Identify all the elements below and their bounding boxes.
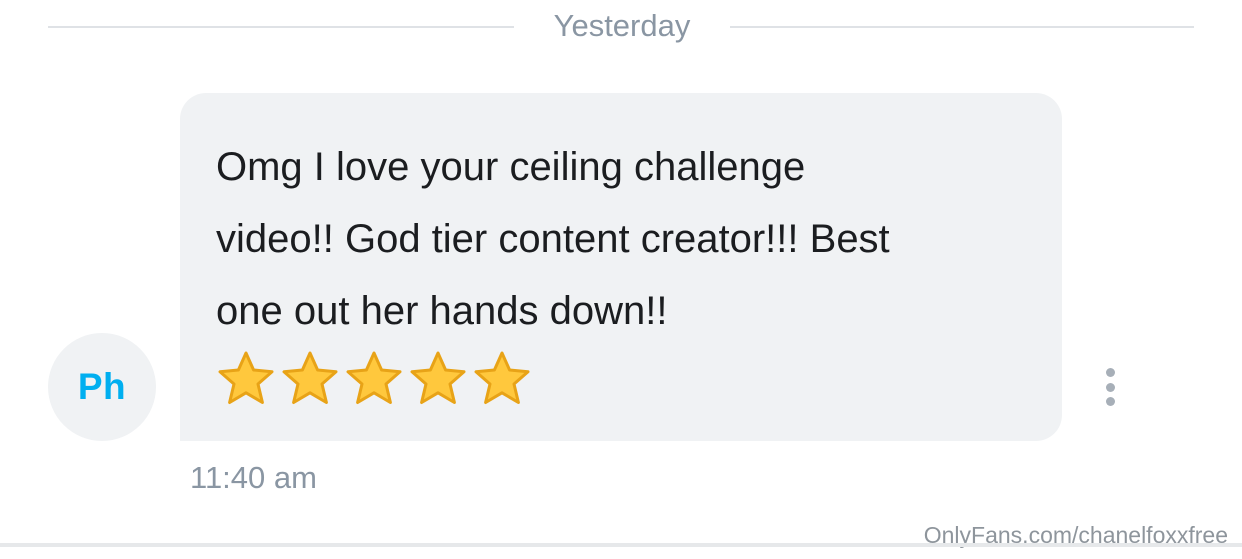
more-dot-icon — [1105, 397, 1115, 406]
more-dot-icon — [1105, 382, 1115, 392]
bottom-divider — [0, 543, 1242, 547]
divider-line-right — [730, 26, 1194, 28]
message-line-2: video!! God tier content creator!!! Best — [216, 217, 890, 261]
star-emoji-icon — [218, 351, 274, 404]
star-emoji-row — [216, 349, 1032, 409]
avatar-initials: Ph — [77, 366, 127, 407]
star-emoji-icon — [282, 351, 338, 404]
message-line-1: Omg I love your ceiling challenge — [216, 145, 806, 189]
star-emoji-icon — [474, 351, 530, 404]
message-text: Omg I love your ceiling challenge video!… — [216, 131, 1032, 347]
message-timestamp: 11:40 am — [190, 460, 317, 495]
divider-line-left — [48, 26, 514, 28]
star-emoji-icon — [410, 351, 466, 404]
avatar[interactable]: Ph — [48, 333, 156, 441]
date-label: Yesterday — [553, 8, 691, 43]
message-bubble: Omg I love your ceiling challenge video!… — [180, 93, 1062, 441]
message-line-3: one out her hands down!! — [216, 289, 668, 333]
more-dot-icon — [1105, 368, 1115, 377]
star-emoji-icon — [346, 351, 402, 404]
message-more-options-button[interactable] — [1096, 368, 1124, 406]
date-divider: Yesterday — [48, 4, 1194, 48]
